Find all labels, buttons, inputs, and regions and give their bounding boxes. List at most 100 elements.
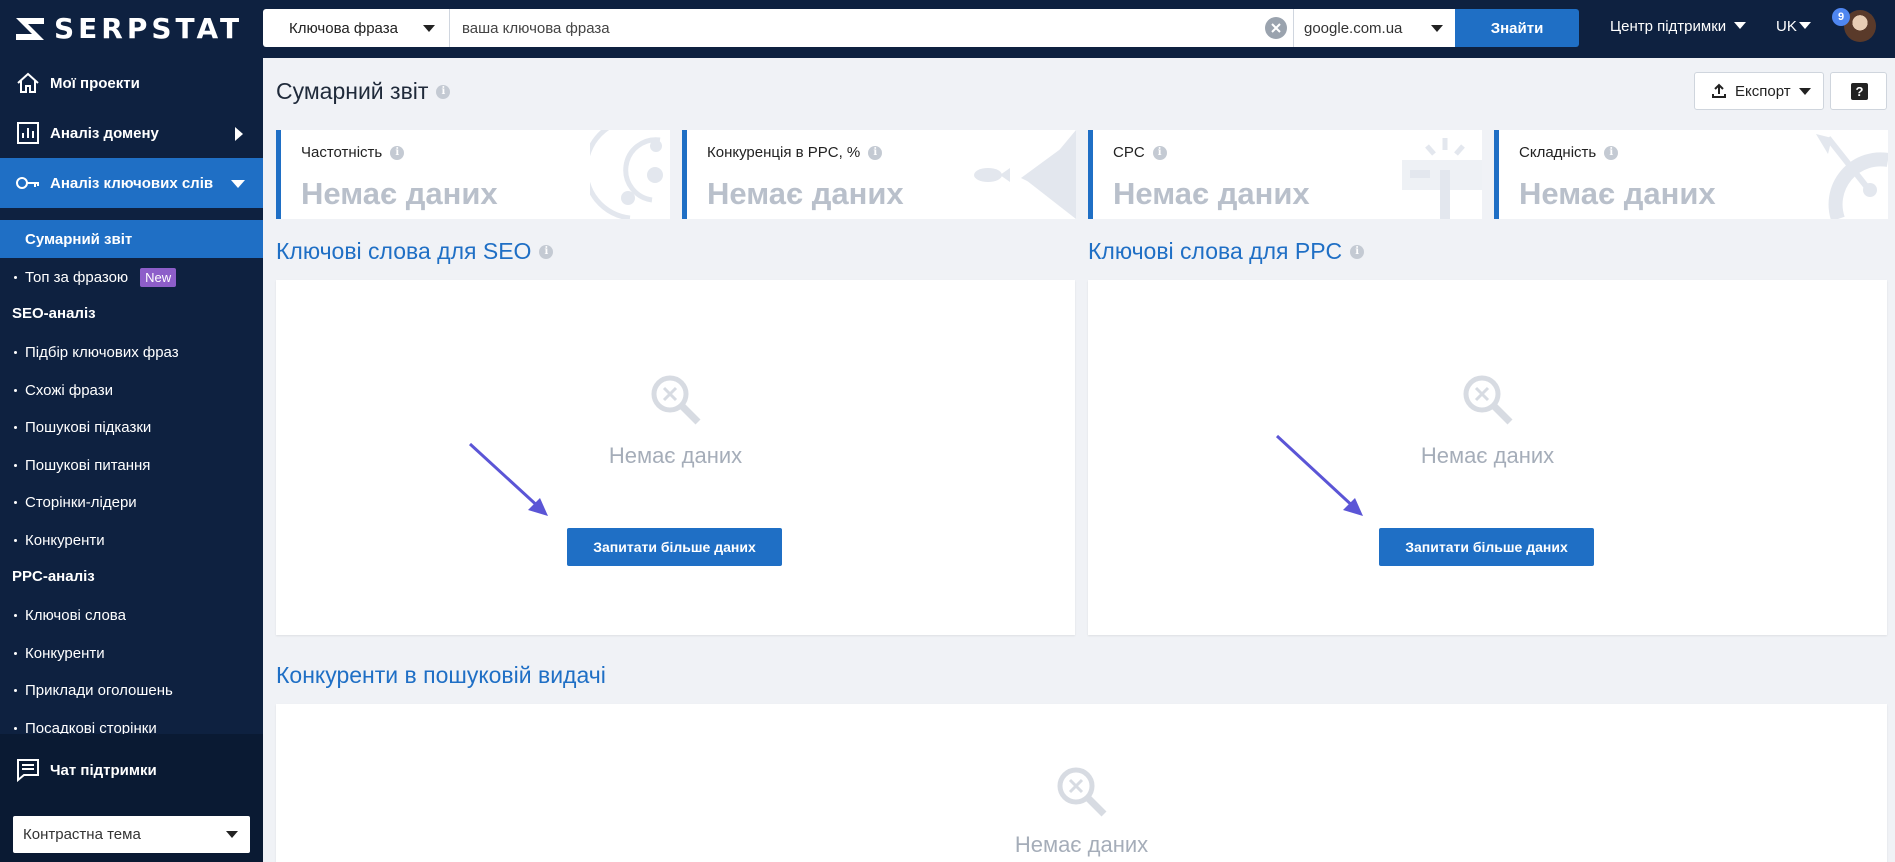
metric-label-text: CPC: [1113, 144, 1145, 161]
sidebar-item-label: Сторінки-лідери: [25, 493, 137, 511]
ppc-keywords-panel: Немає даних Запитати більше даних: [1088, 280, 1887, 635]
export-button[interactable]: Експорт: [1694, 72, 1824, 110]
metric-label-text: Складність: [1519, 144, 1597, 161]
metric-value: Немає даних: [301, 176, 498, 211]
search-group: Ключова фраза google.com.ua Знайти: [263, 9, 1579, 47]
sidebar-item-seo-competitors[interactable]: Конкуренти: [0, 521, 263, 559]
bullet-icon: [14, 651, 17, 655]
bullet-icon: [14, 688, 17, 692]
bullet-icon: [14, 613, 17, 617]
sidebar-item-my-projects[interactable]: Мої проекти: [0, 58, 263, 108]
section-title-text: Ключові слова для PPC: [1088, 238, 1343, 264]
sidebar-item-label: Конкуренти: [25, 644, 105, 662]
info-icon[interactable]: i: [1350, 244, 1365, 259]
section-head-seo: SEO-аналіз: [12, 305, 96, 322]
section-head-ppc: PPC-аналіз: [12, 568, 95, 585]
sidebar-item-label: Сумарний звіт: [25, 230, 133, 248]
export-label: Експорт: [1735, 82, 1791, 100]
support-chat-button[interactable]: Чат підтримки: [14, 756, 157, 784]
sidebar-item-search-suggestions[interactable]: Пошукові підказки: [0, 408, 263, 446]
sidebar: Мої проекти Аналіз домену Аналіз ключови…: [0, 58, 263, 862]
search-type-select[interactable]: Ключова фраза: [263, 9, 450, 47]
chevron-right-icon: [235, 127, 243, 141]
competitors-title: Конкуренти в пошуковій видачі: [276, 662, 606, 689]
support-center-label: Центр підтримки: [1610, 18, 1727, 35]
sidebar-item-keyword-selection[interactable]: Підбір ключових фраз: [0, 333, 263, 371]
info-icon[interactable]: i: [1152, 145, 1167, 160]
logo[interactable]: SERPSTAT: [14, 12, 243, 45]
new-badge: New: [140, 267, 177, 287]
info-icon[interactable]: i: [868, 145, 883, 160]
search-empty-icon: [1057, 767, 1107, 817]
top-bar: SERPSTAT Ключова фраза google.com.ua Зна…: [0, 0, 1895, 58]
orbit-icon: [590, 130, 663, 219]
bullet-icon: [14, 425, 17, 429]
metric-label: Конкуренція в PPC, % i: [707, 144, 883, 161]
support-center-menu[interactable]: Центр підтримки: [1610, 18, 1747, 35]
info-icon[interactable]: i: [1604, 145, 1619, 160]
bullet-icon: [14, 463, 17, 467]
search-engine-select[interactable]: google.com.ua: [1293, 9, 1455, 47]
bullet-icon: [14, 538, 17, 542]
bullet-icon: [14, 726, 17, 730]
no-data-text: Немає даних: [608, 443, 743, 468]
sidebar-item-search-questions[interactable]: Пошукові питання: [0, 446, 263, 484]
request-more-data-button[interactable]: Запитати більше даних: [567, 528, 782, 566]
metric-card-ppc-competition: Конкуренція в PPC, % i Немає даних: [682, 130, 1076, 219]
theme-select[interactable]: Контрастна тема: [13, 816, 250, 853]
find-button[interactable]: Знайти: [1455, 9, 1579, 47]
info-icon[interactable]: i: [390, 145, 405, 160]
help-button[interactable]: ?: [1830, 72, 1887, 110]
sidebar-item-label: Підбір ключових фраз: [25, 343, 179, 361]
no-data-text: Немає даних: [1014, 832, 1149, 857]
sidebar-item-similar-phrases[interactable]: Схожі фрази: [0, 371, 263, 409]
home-icon: [17, 72, 39, 93]
key-icon: [16, 177, 39, 189]
bullet-icon: [14, 500, 17, 504]
chevron-down-icon: [231, 180, 245, 188]
no-data-text: Немає даних: [1420, 443, 1555, 468]
search-input[interactable]: [450, 9, 1293, 47]
info-icon[interactable]: i: [539, 244, 554, 259]
upload-icon: [1712, 83, 1726, 98]
chevron-down-icon: [1798, 22, 1811, 29]
sidebar-item-label: Приклади оголошень: [25, 681, 173, 699]
language-select[interactable]: UK: [1776, 18, 1811, 35]
sidebar-item-label: Пошукові підказки: [25, 418, 152, 436]
sidebar-item-ppc-keywords[interactable]: Ключові слова: [0, 596, 263, 634]
chat-icon: [17, 759, 39, 783]
chevron-down-icon: [423, 25, 435, 32]
bullet-icon: [14, 388, 17, 392]
clear-icon[interactable]: [1265, 17, 1287, 39]
sidebar-item-label: Аналіз домену: [50, 124, 159, 142]
section-title-text: Конкуренти в пошуковій видачі: [276, 662, 606, 688]
metric-card-cpc: CPC i Немає даних: [1088, 130, 1482, 219]
sidebar-item-domain-analysis[interactable]: Аналіз домену: [0, 108, 263, 158]
notification-badge[interactable]: 9: [1832, 8, 1850, 26]
click-icon: [1402, 138, 1482, 219]
sidebar-item-label: Конкуренти: [25, 531, 105, 549]
sidebar-item-ppc-competitors[interactable]: Конкуренти: [0, 634, 263, 672]
sidebar-item-label: Топ за фразою: [25, 268, 129, 286]
sidebar-item-ad-examples[interactable]: Приклади оголошень: [0, 671, 263, 709]
logo-text: SERPSTAT: [54, 12, 244, 45]
page-title-text: Сумарний звіт: [276, 78, 429, 104]
request-more-data-button[interactable]: Запитати більше даних: [1379, 528, 1594, 566]
search-type-value: Ключова фраза: [289, 19, 398, 37]
sidebar-item-label: Мої проекти: [50, 74, 140, 92]
language-label: UK: [1776, 18, 1797, 35]
arrow-icon: [468, 442, 548, 516]
search-empty-icon: [651, 375, 701, 425]
metric-card-frequency: Частотність i Немає даних: [276, 130, 670, 219]
theme-value: Контрастна тема: [23, 826, 141, 843]
sidebar-item-leader-pages[interactable]: Сторінки-лідери: [0, 483, 263, 521]
sidebar-item-summary[interactable]: Сумарний звіт: [0, 220, 263, 258]
sidebar-item-keyword-analysis[interactable]: Аналіз ключових слів: [0, 158, 263, 208]
competitors-panel: Немає даних: [276, 704, 1887, 862]
sidebar-item-label: Пошукові питання: [25, 456, 151, 474]
target-icon: [1816, 134, 1888, 219]
info-icon[interactable]: i: [436, 84, 451, 99]
chevron-down-icon: [1431, 25, 1443, 32]
sidebar-item-top-by-phrase[interactable]: Топ за фразою New: [0, 258, 263, 296]
metric-label: Частотність i: [301, 144, 405, 161]
